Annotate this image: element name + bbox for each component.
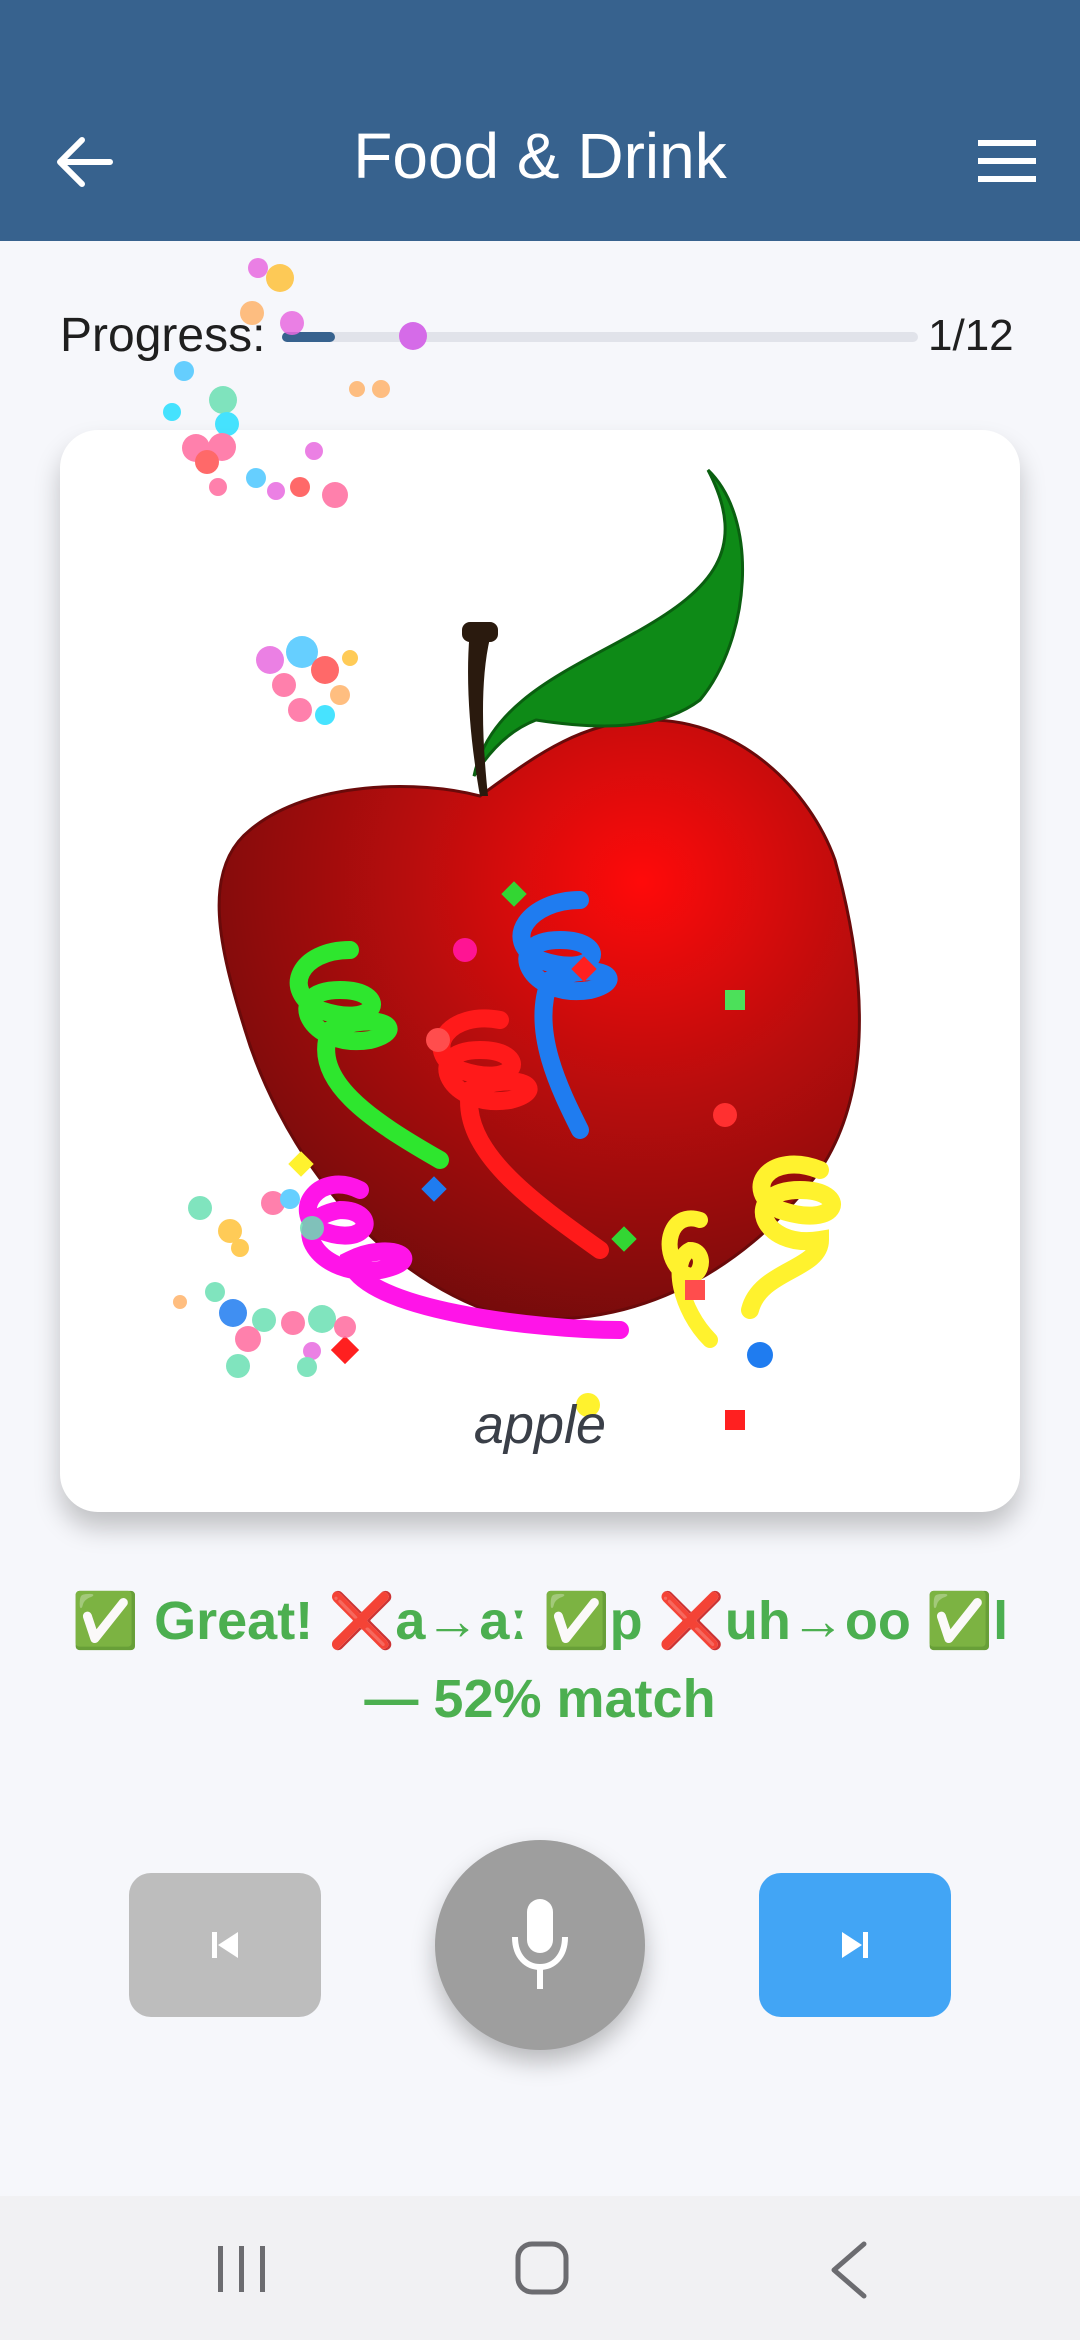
home-icon[interactable] — [514, 2240, 570, 2296]
microphone-icon — [512, 1899, 568, 1989]
page-title: Food & Drink — [353, 120, 727, 192]
back-chevron-icon[interactable] — [826, 2240, 870, 2300]
hamburger-menu-icon[interactable] — [978, 138, 1036, 184]
skip-previous-icon — [212, 1932, 238, 1958]
recents-icon[interactable] — [212, 2242, 272, 2296]
progress-count: 1/12 — [928, 311, 1014, 360]
system-nav-bar — [0, 2196, 1080, 2340]
flashcard-word: apple — [473, 1395, 607, 1455]
progress-label: Progress: — [60, 309, 266, 362]
progress-bar — [282, 332, 918, 342]
next-button[interactable] — [759, 1873, 951, 2017]
skip-next-icon — [842, 1932, 868, 1958]
apple-illustration — [217, 468, 861, 1430]
app-bar: Food & Drink — [0, 0, 1080, 241]
previous-button[interactable] — [129, 1873, 321, 2017]
pronunciation-feedback: ✅ Great! ❌a→aː ✅p ❌uh→oo ✅l — 52% match — [71, 1591, 1009, 1729]
flashcard[interactable]: apple — [60, 430, 1020, 1512]
microphone-button[interactable] — [435, 1840, 645, 2050]
progress-bar-fill — [282, 332, 335, 342]
